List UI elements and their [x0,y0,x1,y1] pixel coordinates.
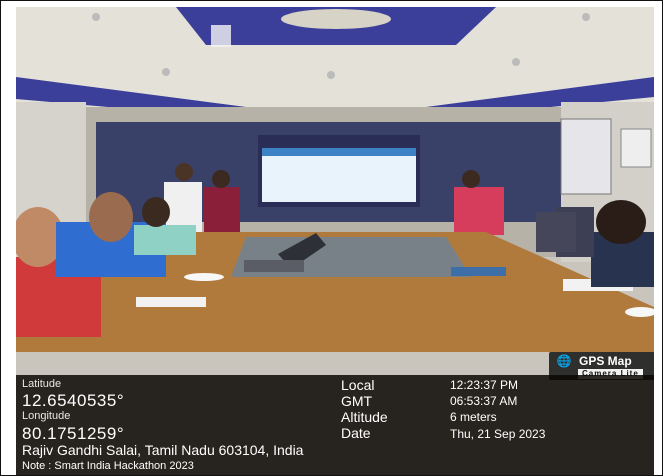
gmt-label: GMT [341,393,373,409]
geotag-overlay: Latitude 12.6540535° Longitude 80.175125… [16,375,654,475]
gmt-time-value: 06:53:37 AM [450,394,518,408]
image-frame: 🌐 GPS Map Camera Lite Latitude 12.654053… [0,0,663,476]
latitude-value: 12.6540535° [22,391,125,410]
globe-icon: 🌐 [556,354,572,368]
address-text: Rajiv Gandhi Salai, Tamil Nadu 603104, I… [22,442,304,458]
gps-badge-title: GPS Map [579,354,632,368]
local-label: Local [341,377,375,393]
longitude-value: 80.1751259° [22,424,125,443]
local-time-value: 12:23:37 PM [450,378,519,392]
date-value: Thu, 21 Sep 2023 [450,427,546,441]
note-text: Note : Smart India Hackathon 2023 [22,460,194,472]
altitude-value: 6 meters [450,410,497,424]
latitude-label: Latitude [22,378,62,390]
longitude-label: Longitude [22,410,71,422]
altitude-label: Altitude [341,409,388,425]
date-label: Date [341,425,371,441]
